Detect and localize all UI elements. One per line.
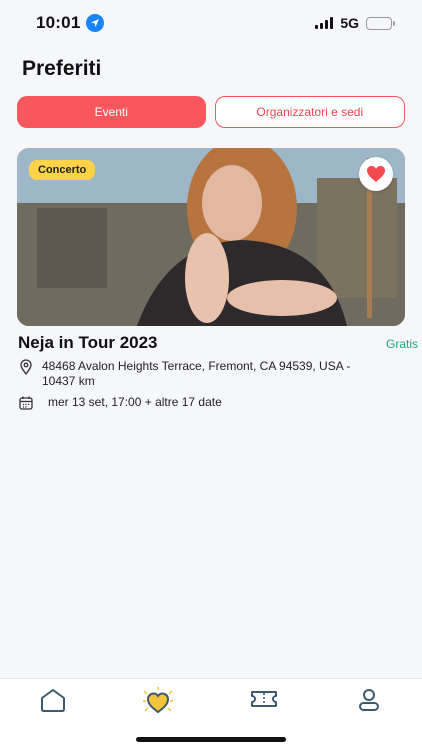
home-icon [40, 689, 65, 712]
nav-profile[interactable] [339, 687, 399, 750]
location-pin-icon [20, 359, 32, 375]
location-arrow-icon [86, 14, 105, 32]
network-type: 5G [340, 15, 359, 31]
battery-charging-icon [366, 16, 395, 30]
tab-organizzatori-e-sedi[interactable]: Organizzatori e sedi [214, 96, 405, 128]
event-title[interactable]: Neja in Tour 2023 [18, 333, 158, 353]
event-price: Gratis [385, 337, 418, 351]
home-indicator[interactable] [136, 737, 286, 742]
favorite-button[interactable] [359, 157, 393, 191]
status-bar: 10:01 5G [0, 0, 422, 46]
status-time: 10:01 [36, 13, 81, 32]
tab-eventi[interactable]: Eventi [17, 96, 206, 128]
event-date-row: mer 13 set, 17:00 + altre 17 date [18, 395, 222, 411]
heart-favorites-icon [143, 687, 174, 714]
status-time-group: 10:01 [36, 13, 105, 33]
ticket-icon [250, 691, 277, 707]
heart-filled-icon [367, 166, 385, 182]
calendar-icon [19, 396, 33, 410]
event-date: mer 13 set, 17:00 + altre 17 date [48, 395, 222, 409]
favorites-tabs: Eventi Organizzatori e sedi [17, 96, 405, 128]
status-indicators: 5G [315, 15, 395, 31]
event-address-row: 48468 Avalon Heights Terrace, Fremont, C… [18, 359, 378, 389]
signal-icon [315, 17, 334, 29]
page-title: Preferiti [22, 57, 102, 80]
profile-icon [359, 689, 380, 711]
category-badge: Concerto [29, 160, 96, 180]
event-card-image[interactable]: Concerto [17, 148, 405, 326]
event-address: 48468 Avalon Heights Terrace, Fremont, C… [42, 359, 351, 388]
nav-home[interactable] [23, 687, 83, 750]
